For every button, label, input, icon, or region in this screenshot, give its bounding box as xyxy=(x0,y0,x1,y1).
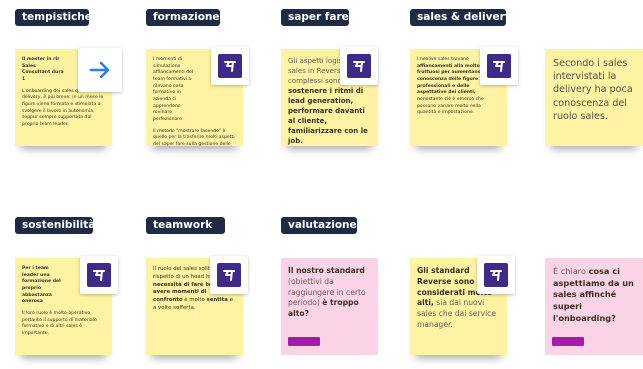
tag-teamwork[interactable]: teamwork xyxy=(146,217,225,234)
tag-tempistiche[interactable]: tempistiche xyxy=(15,9,92,26)
sticky-note-valutazione-standard[interactable]: Il nostro standard (obiettivi da raggiun… xyxy=(281,258,378,355)
logo-card[interactable] xyxy=(340,47,378,85)
reverse-logo-icon xyxy=(347,54,371,78)
tag-sostenibilita[interactable]: sostenibilità xyxy=(15,217,95,234)
tag-valutazione[interactable]: valutazione xyxy=(281,217,357,234)
note-text: Il nostro standard (obiettivi da raggiun… xyxy=(288,266,366,319)
tag-sales-delivery[interactable]: sales & delivery xyxy=(410,9,512,26)
sticky-note-onboarding-expectations[interactable]: È chiaro cosa ci aspettiamo da un sales … xyxy=(545,258,643,355)
sticky-note-delivery-knowledge[interactable]: Secondo i sales intervistati la delivery… xyxy=(545,49,643,146)
note-text: L'onboarding dei sales quello di un deli… xyxy=(22,88,104,127)
reverse-logo-icon xyxy=(218,54,242,78)
note-text: Secondo i sales intervistati la delivery… xyxy=(553,58,633,122)
logo-card[interactable] xyxy=(210,256,248,294)
logo-card[interactable] xyxy=(477,256,515,294)
tag-formazione[interactable]: formazione xyxy=(146,9,220,26)
tag-saper-fare[interactable]: saper fare xyxy=(281,9,349,26)
logo-card[interactable] xyxy=(211,47,249,85)
arrow-right-icon xyxy=(89,61,110,79)
note-text: Il metodo "mostrare facendo" è quello pe… xyxy=(153,128,235,146)
link-card[interactable] xyxy=(78,48,122,92)
reverse-logo-icon xyxy=(487,54,511,78)
logo-card[interactable] xyxy=(80,256,118,294)
reverse-logo-icon xyxy=(217,263,241,287)
accent-bar xyxy=(552,337,584,346)
note-text: È chiaro cosa ci aspettiamo da un sales … xyxy=(553,266,634,323)
reverse-logo-icon xyxy=(87,263,111,287)
reverse-logo-icon xyxy=(484,263,508,287)
accent-bar xyxy=(288,337,320,346)
logo-card[interactable] xyxy=(480,47,518,85)
note-text: Il loro ruolo è molto operativo, pertant… xyxy=(22,310,97,336)
